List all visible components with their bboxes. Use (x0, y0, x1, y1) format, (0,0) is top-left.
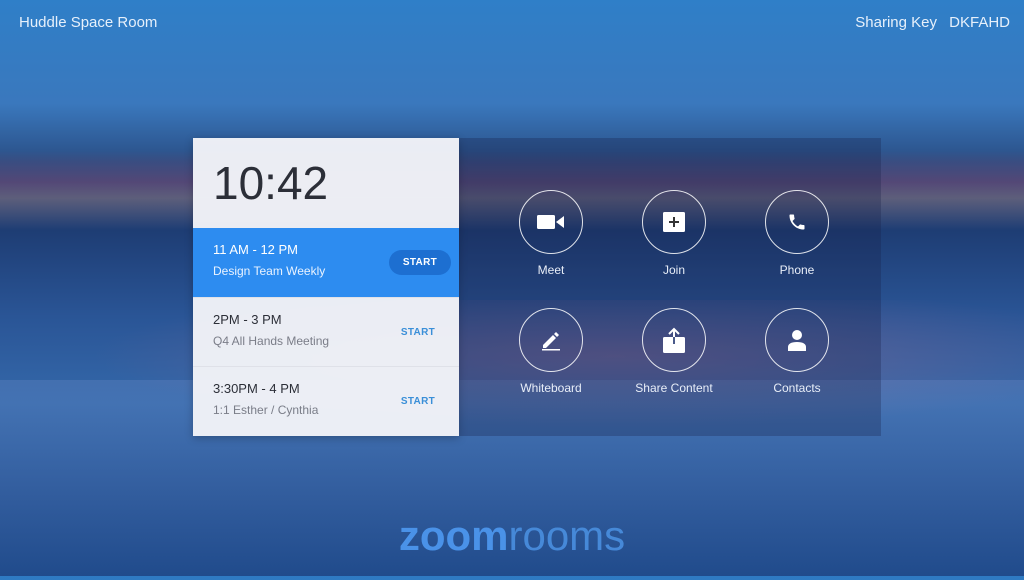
sharing-key-label: Sharing Key (855, 14, 937, 31)
room-name: Huddle Space Room (19, 14, 158, 31)
whiteboard-button[interactable]: Whiteboard (496, 308, 606, 395)
start-meeting-button[interactable]: START (388, 250, 451, 275)
contacts-button[interactable]: Contacts (742, 308, 852, 395)
schedule-panel: 10:42 11 AM - 12 PM Design Team Weekly S… (193, 138, 459, 436)
whiteboard-label: Whiteboard (520, 381, 582, 395)
start-meeting-button[interactable]: START (391, 320, 445, 345)
actions-panel: Meet Join Phone Whiteboard Share Content… (459, 138, 881, 436)
meet-label: Meet (537, 263, 565, 277)
share-content-label: Share Content (635, 381, 713, 395)
meeting-item[interactable]: 2PM - 3 PM Q4 All Hands Meeting START (193, 297, 459, 366)
whiteboard-circle (519, 308, 583, 372)
meet-button[interactable]: Meet (496, 190, 606, 277)
join-circle (642, 190, 706, 254)
meeting-item[interactable]: 3:30PM - 4 PM 1:1 Esther / Cynthia START (193, 366, 459, 435)
join-button[interactable]: Join (619, 190, 729, 277)
plus-box-icon (663, 212, 685, 232)
pencil-icon (542, 332, 560, 351)
clock: 10:42 (213, 157, 329, 209)
share-upload-icon (663, 327, 685, 353)
logo-zoom: zoom (398, 512, 509, 559)
phone-button[interactable]: Phone (742, 190, 852, 277)
share-content-circle (642, 308, 706, 372)
zoom-rooms-logo: zoomrooms (0, 512, 1024, 560)
logo-rooms: rooms (508, 512, 626, 559)
contacts-circle (765, 308, 829, 372)
person-icon (788, 330, 806, 351)
contacts-label: Contacts (773, 381, 821, 395)
meeting-item[interactable]: 11 AM - 12 PM Design Team Weekly START (193, 228, 459, 297)
share-content-button[interactable]: Share Content (619, 308, 729, 395)
meet-circle (519, 190, 583, 254)
sharing-key: Sharing Key DKFAHD (855, 14, 1010, 31)
sharing-key-value: DKFAHD (949, 14, 1010, 31)
start-meeting-button[interactable]: START (391, 389, 445, 414)
phone-label: Phone (779, 263, 815, 277)
video-camera-icon (537, 215, 564, 229)
phone-circle (765, 190, 829, 254)
phone-icon (789, 214, 805, 230)
join-label: Join (662, 263, 685, 277)
